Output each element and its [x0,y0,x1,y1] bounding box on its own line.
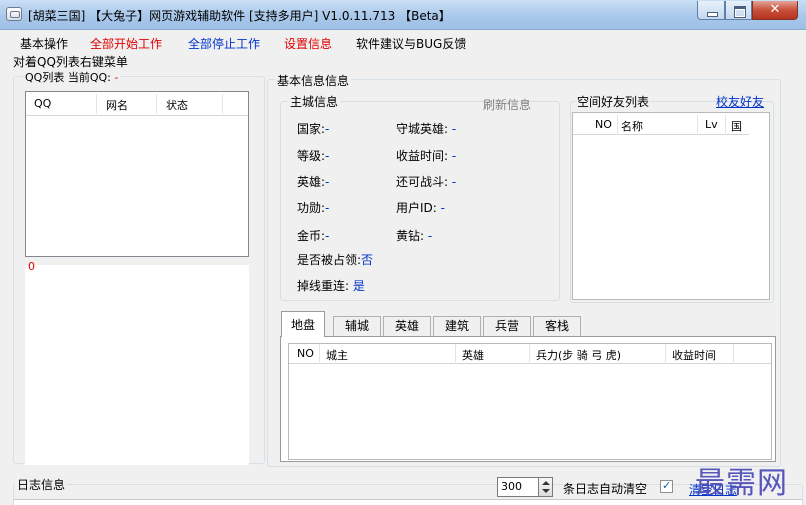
column-divider [733,344,734,364]
menu-start-all[interactable]: 全部开始工作 [90,35,162,52]
friends-title: 空间好友列表 [575,93,652,110]
tab-building[interactable]: 建筑 [433,316,481,336]
column-no[interactable]: NO [297,347,314,360]
column-divider [96,94,97,114]
close-icon: ✕ [769,2,781,17]
qq-detail-panel [25,265,249,465]
field-battles-left: 还可战斗: - [396,175,457,189]
qq-list-title: QQ列表 当前QQ: - [23,69,121,85]
watermark: 最需网 [695,466,788,501]
field-country: 国家:- [297,122,330,136]
log-count-input[interactable]: 300 [497,477,539,497]
column-qq[interactable]: QQ [34,97,51,110]
context-menu-hint: 对着QQ列表右键菜单 [13,55,128,69]
title-bar[interactable]: [胡菜三国] 【大兔子】网页游戏辅助软件 [支持多用户] V1.0.11.713… [0,0,806,30]
tab-barracks[interactable]: 兵营 [483,316,531,336]
app-icon [6,7,22,21]
column-status[interactable]: 状态 [166,97,188,113]
column-divider [665,344,666,364]
menu-stop-all[interactable]: 全部停止工作 [188,35,260,52]
check-friends-link[interactable]: 校友好友 [716,93,764,110]
check-icon: ✓ [662,479,672,492]
field-defense-hero: 守城英雄: - [396,122,457,136]
tab-hero[interactable]: 英雄 [383,316,431,336]
column-divider [222,94,223,114]
column-no[interactable]: NO [595,118,612,131]
field-income-time: 收益时间: - [396,149,457,163]
field-reconnect: 掉线重连: 是 [297,279,365,293]
log-count-spinner[interactable] [538,477,553,497]
column-hero[interactable]: 英雄 [462,347,484,363]
tab-inn[interactable]: 客栈 [533,316,581,336]
current-qq-value: - [114,71,119,84]
column-divider [455,344,456,364]
column-income-time[interactable]: 收益时间 [672,347,716,363]
qq-count: 0 [28,260,35,273]
base-info-title: 基本信息信息 [275,72,352,89]
field-merit: 功勋:- [297,201,330,215]
column-divider [725,115,726,135]
qq-list[interactable]: QQ 网名 状态 [25,91,249,257]
territory-list[interactable]: NO 城主 英雄 兵力(步 骑 弓 虎) 收益时间 [288,343,772,460]
auto-clear-label: 条日志自动清空 [563,482,648,496]
column-divider [529,344,530,364]
column-divider [697,115,698,135]
friends-list[interactable]: NO 名称 Lv 国 [572,112,770,300]
column-troops[interactable]: 兵力(步 骑 弓 虎) [536,347,621,363]
qq-list-header: QQ 网名 状态 [26,92,248,116]
field-occupied: 是否被占领:否 [297,253,374,267]
close-button[interactable]: ✕ [752,1,798,20]
auto-clear-checkbox[interactable]: ✓ [660,479,673,493]
menu-basic-ops[interactable]: 基本操作 [20,35,68,52]
refresh-info-link[interactable]: 刷新信息 [483,96,531,113]
field-hero: 英雄:- [297,175,330,189]
field-user-id: 用户ID: - [396,201,445,215]
log-list[interactable] [14,499,802,505]
field-yellow-diamond: 黄钻: - [396,229,433,243]
column-name[interactable]: 名称 [621,118,643,134]
column-level[interactable]: Lv [705,118,718,131]
column-divider [319,344,320,364]
window-title: [胡菜三国] 【大兔子】网页游戏辅助软件 [支持多用户] V1.0.11.713… [28,9,451,23]
column-owner[interactable]: 城主 [326,347,348,363]
tab-sub-city[interactable]: 辅城 [333,316,381,336]
column-nickname[interactable]: 网名 [106,97,128,113]
main-city-title: 主城信息 [288,93,341,110]
friends-list-header: NO 名称 Lv 国 [573,115,749,135]
menu-feedback[interactable]: 软件建议与BUG反馈 [356,35,466,52]
territory-list-header: NO 城主 英雄 兵力(步 骑 弓 虎) 收益时间 [289,344,771,364]
field-gold: 金币:- [297,229,330,243]
minimize-button[interactable] [697,1,725,20]
tab-panel: NO 城主 英雄 兵力(步 骑 弓 虎) 收益时间 [280,336,776,462]
tab-territory[interactable]: 地盘 [281,311,325,337]
column-divider [617,115,618,135]
menu-settings[interactable]: 设置信息 [284,35,332,52]
log-title: 日志信息 [15,476,68,493]
column-country[interactable]: 国 [731,118,742,134]
field-level: 等级:- [297,149,330,163]
maximize-button[interactable] [725,1,752,20]
column-divider [156,94,157,114]
